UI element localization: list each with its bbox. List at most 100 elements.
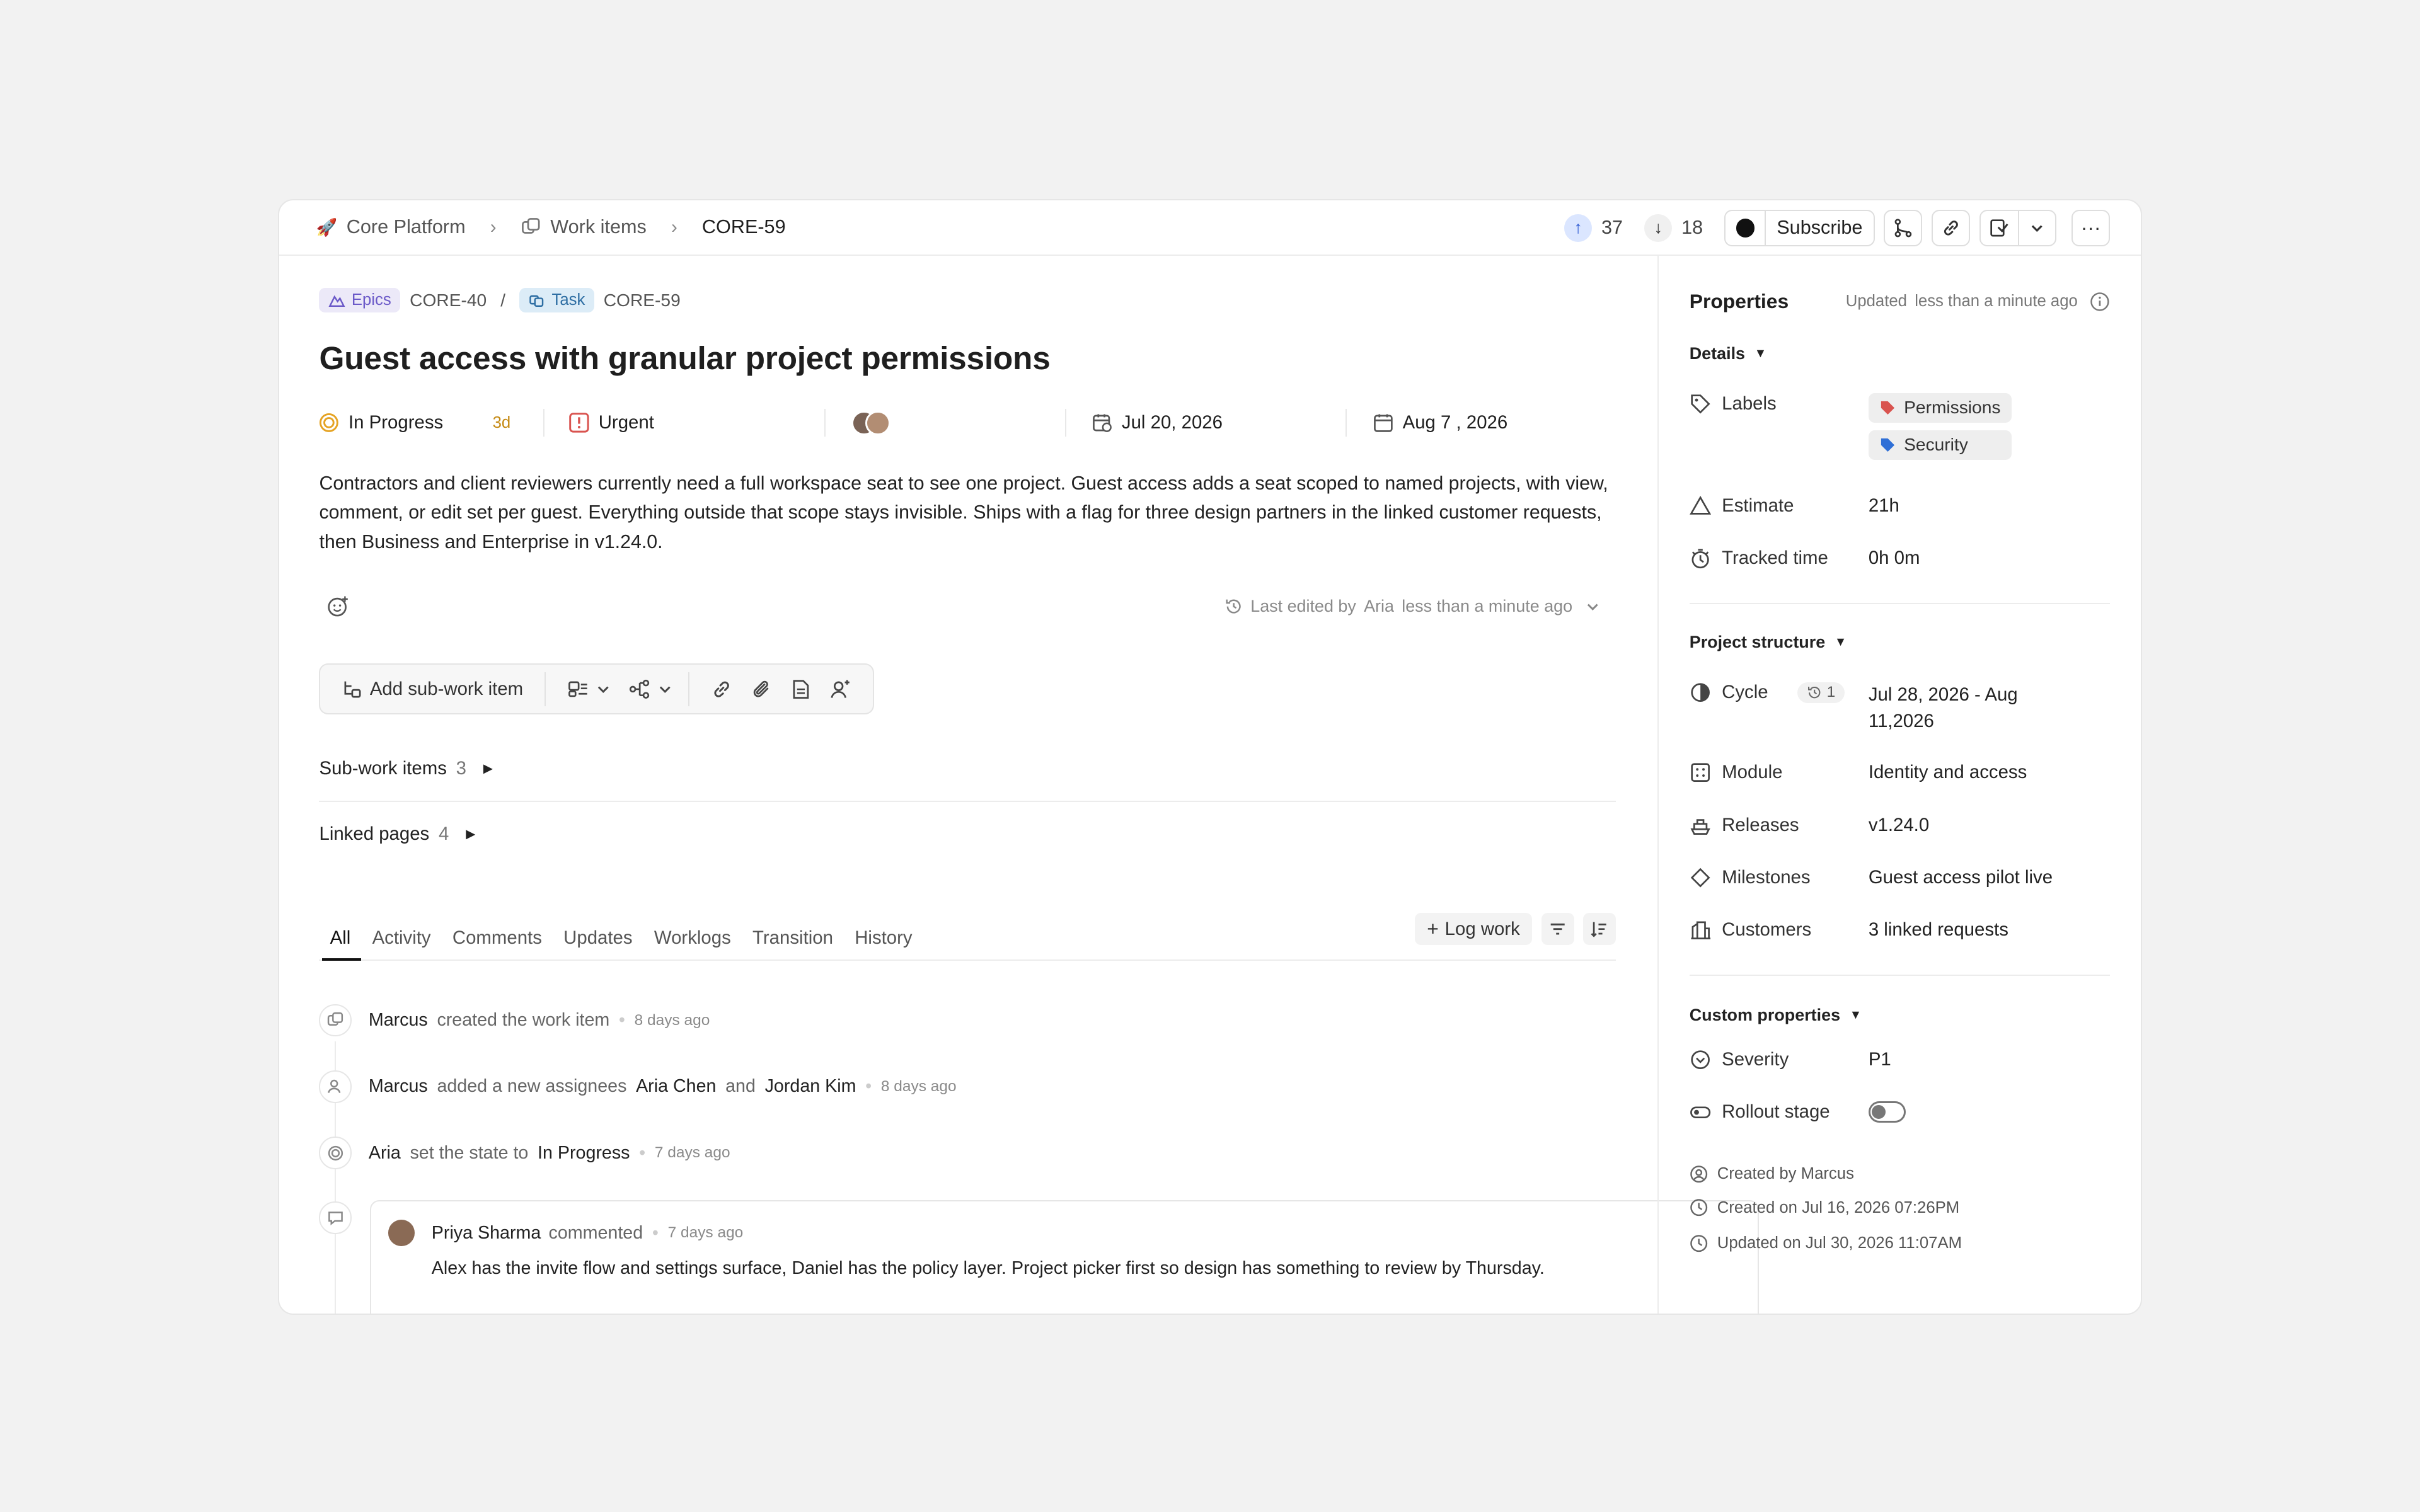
- task-chip[interactable]: Task: [519, 288, 595, 313]
- breadcrumb-current: CORE-59: [701, 216, 786, 238]
- attach-button[interactable]: [745, 672, 779, 706]
- activity-actor[interactable]: Marcus: [369, 1010, 428, 1031]
- tab-history[interactable]: History: [844, 927, 923, 959]
- upvote-button[interactable]: ↑ 37: [1564, 214, 1623, 243]
- add-link-button[interactable]: [705, 672, 739, 706]
- cycle-value[interactable]: Jul 28, 2026 - Aug 11,2026: [1869, 682, 2018, 734]
- label-chip[interactable]: Security: [1868, 430, 2012, 460]
- convert-dropdown[interactable]: [562, 672, 617, 706]
- activity-actor[interactable]: Aria: [369, 1143, 401, 1164]
- add-sub-work-item-button[interactable]: Add sub-work item: [336, 672, 546, 706]
- add-reaction-button[interactable]: [319, 588, 356, 625]
- last-edited-prefix: Last edited by: [1250, 597, 1356, 616]
- downvote-count: 18: [1681, 217, 1703, 239]
- description[interactable]: Contractors and client reviewers current…: [319, 469, 1615, 558]
- epic-id[interactable]: CORE-40: [410, 290, 487, 311]
- sub-work-items-toggle[interactable]: Sub-work items 3 ▶: [319, 758, 1615, 779]
- priority-property[interactable]: Urgent: [544, 409, 826, 437]
- tracked-time-key-label: Tracked time: [1722, 547, 1828, 569]
- state-property[interactable]: In Progress 3d: [319, 409, 545, 437]
- plus-icon: +: [1427, 917, 1439, 941]
- link-icon: [1944, 220, 1958, 236]
- estimate-key: Estimate: [1689, 495, 1869, 517]
- calendar-icon: [1374, 414, 1393, 433]
- work-items-icon: [521, 217, 541, 238]
- breadcrumb-project[interactable]: Core Platform: [347, 216, 466, 238]
- assign-button[interactable]: [823, 672, 857, 706]
- epic-chip[interactable]: Epics: [319, 288, 401, 313]
- comment-icon: [319, 1201, 352, 1234]
- history-icon: [1807, 686, 1821, 699]
- start-date-property[interactable]: Jul 20, 2026: [1066, 409, 1347, 437]
- tab-activity[interactable]: Activity: [361, 927, 441, 959]
- updated-info: Updated less than a minute ago: [1846, 292, 2110, 312]
- add-page-button[interactable]: [785, 672, 817, 706]
- linked-pages-label: Linked pages: [319, 823, 430, 845]
- tab-transition[interactable]: Transition: [742, 927, 844, 959]
- archive-split-button[interactable]: [1979, 209, 2056, 247]
- filter-button[interactable]: [1541, 913, 1574, 946]
- due-date-property[interactable]: Aug 7 , 2026: [1347, 409, 1507, 437]
- activity-text: created the work item: [437, 1010, 610, 1031]
- label-chip[interactable]: Permissions: [1868, 393, 2012, 423]
- document-icon: [793, 679, 809, 699]
- comment-author[interactable]: Priya Sharma: [432, 1223, 541, 1244]
- chevron-right-icon: ›: [490, 216, 497, 238]
- rollout-toggle[interactable]: [1868, 1101, 1906, 1123]
- assignee-name[interactable]: Aria Chen: [636, 1076, 716, 1097]
- subscribe-button[interactable]: Subscribe: [1724, 209, 1875, 247]
- tab-comments[interactable]: Comments: [442, 927, 553, 959]
- updated-on: Updated on Jul 30, 2026 11:07AM: [1690, 1234, 1962, 1252]
- clock-icon: [1690, 1234, 1707, 1252]
- activity-actor[interactable]: Marcus: [369, 1076, 428, 1097]
- archive-icon[interactable]: [1981, 211, 2018, 246]
- assignee-name[interactable]: Jordan Kim: [765, 1076, 856, 1097]
- comment-card: Priya Sharma commented • 7 days ago Alex…: [370, 1200, 1760, 1314]
- tab-worklogs[interactable]: Worklogs: [643, 927, 742, 959]
- milestones-value[interactable]: Guest access pilot live: [1869, 867, 2053, 888]
- work-item-title[interactable]: Guest access with granular project permi…: [319, 339, 1615, 377]
- branch-button[interactable]: [1884, 209, 1923, 247]
- task-icon: [529, 295, 544, 307]
- work-item-card: 🚀 Core Platform › Work items › CORE-59 ↑…: [277, 198, 2143, 1315]
- comment-body: Alex has the invite flow and settings su…: [431, 1258, 1545, 1279]
- copy-link-button[interactable]: [1932, 209, 1971, 247]
- relation-dropdown[interactable]: [623, 672, 689, 706]
- calendar-clock-icon: [1093, 414, 1112, 433]
- diamond-icon: [1690, 868, 1710, 888]
- tracked-time-value[interactable]: 0h 0m: [1869, 547, 1920, 569]
- git-branch-icon: [1894, 219, 1912, 238]
- releases-value[interactable]: v1.24.0: [1869, 815, 1929, 836]
- details-toggle[interactable]: Details ▼: [1690, 344, 1766, 364]
- tag-icon: [1881, 401, 1895, 415]
- module-icon: [1691, 763, 1710, 782]
- assignees-property[interactable]: [826, 409, 1066, 437]
- downvote-button[interactable]: ↓ 18: [1644, 214, 1703, 243]
- tab-all[interactable]: All: [319, 927, 362, 961]
- tab-updates[interactable]: Updates: [553, 927, 643, 959]
- breadcrumb-section[interactable]: Work items: [550, 216, 647, 238]
- sort-button[interactable]: [1583, 913, 1616, 946]
- subscribe-label: Subscribe: [1777, 217, 1863, 239]
- estimate-value[interactable]: 21h: [1869, 495, 1899, 517]
- chevron-down-icon[interactable]: [2017, 210, 2055, 246]
- epic-chip-label: Epics: [351, 291, 391, 309]
- linked-pages-toggle[interactable]: Linked pages 4 ▶: [319, 823, 1615, 845]
- ship-icon: [1690, 818, 1710, 835]
- created-on-text: Created on Jul 16, 2026 07:26PM: [1717, 1198, 1960, 1217]
- in-progress-icon: [320, 413, 339, 433]
- severity-value[interactable]: P1: [1869, 1049, 1891, 1070]
- module-value[interactable]: Identity and access: [1869, 762, 2027, 783]
- properties-title: Properties: [1689, 289, 1789, 312]
- more-options-button[interactable]: ···: [2071, 209, 2111, 247]
- custom-properties-toggle[interactable]: Custom properties ▼: [1690, 1005, 1862, 1025]
- caret-down-icon: ▼: [1849, 1008, 1862, 1022]
- info-icon[interactable]: [2090, 292, 2110, 312]
- customers-value[interactable]: 3 linked requests: [1869, 919, 2008, 941]
- customers-row: Customers 3 linked requests: [1690, 919, 2008, 941]
- updated-on-text: Updated on Jul 30, 2026 11:07AM: [1717, 1234, 1962, 1252]
- toggle-icon: [1690, 1106, 1710, 1119]
- project-structure-toggle[interactable]: Project structure ▼: [1690, 633, 1847, 652]
- log-work-button[interactable]: + Log work: [1414, 913, 1533, 946]
- last-edited-info[interactable]: Last edited by Aria less than a minute a…: [1224, 597, 1601, 616]
